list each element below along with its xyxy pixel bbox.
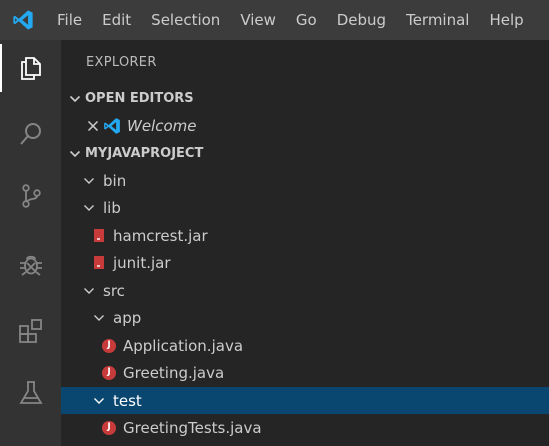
project-label: MYJAVAPROJECT [85, 146, 204, 161]
extensions-activity-button[interactable] [0, 303, 61, 359]
java-file-icon: J [102, 420, 116, 435]
chevron-down-icon [69, 150, 81, 157]
chevron-down-icon [84, 204, 94, 211]
tree-item-label: test [113, 391, 142, 410]
explorer-sidebar: EXPLORER OPEN EDITORS Welcome MYJAVAPROJ… [61, 40, 549, 446]
chevron-down-icon [94, 397, 104, 404]
tree-item-label: lib [103, 198, 121, 217]
test-flask-icon [18, 381, 43, 404]
tree-folder-lib[interactable]: lib [61, 194, 549, 221]
tree-item-label: hamcrest.jar [113, 226, 208, 245]
activity-bar [0, 40, 61, 446]
vscode-icon [104, 117, 120, 134]
source-control-activity-button[interactable] [0, 168, 61, 224]
tree-file-greetingtests-java[interactable]: J GreetingTests.java [61, 414, 549, 441]
tree-item-label: src [103, 281, 125, 300]
open-editors-header[interactable]: OPEN EDITORS [61, 85, 549, 112]
chevron-down-icon [84, 177, 94, 184]
chevron-down-icon [84, 287, 94, 294]
java-file-icon: J [102, 338, 116, 353]
search-icon [19, 123, 41, 145]
project-header[interactable]: MYJAVAPROJECT [61, 140, 549, 167]
menu-go[interactable]: Go [286, 0, 327, 40]
open-editors-label: OPEN EDITORS [85, 91, 194, 106]
title-bar: File Edit Selection View Go Debug Termin… [0, 0, 549, 40]
tree-item-label: Greeting.java [123, 363, 225, 382]
source-control-icon [21, 184, 41, 208]
menu-view[interactable]: View [230, 0, 286, 40]
tree-item-label: GreetingTests.java [123, 418, 262, 437]
java-file-icon: J [102, 365, 116, 380]
tree-item-label: junit.jar [113, 253, 171, 272]
menu-edit[interactable]: Edit [92, 0, 141, 40]
tree-folder-src[interactable]: src [61, 277, 549, 304]
debug-icon [19, 255, 42, 276]
extensions-icon [18, 319, 42, 343]
explorer-title: EXPLORER [86, 55, 157, 70]
jar-file-icon [94, 256, 104, 269]
menu-help[interactable]: Help [479, 0, 533, 40]
tree-folder-bin[interactable]: bin [61, 167, 549, 194]
open-editor-label: Welcome [127, 116, 197, 135]
tree-folder-app[interactable]: app [61, 304, 549, 331]
chevron-down-icon [94, 314, 104, 321]
test-activity-button[interactable] [0, 365, 61, 421]
explorer-activity-button[interactable] [0, 40, 61, 96]
files-icon [20, 57, 41, 80]
open-editor-item-welcome[interactable]: Welcome [61, 112, 549, 139]
chevron-down-icon [69, 95, 81, 102]
menu-selection[interactable]: Selection [141, 0, 230, 40]
tree-file-greeting-java[interactable]: J Greeting.java [61, 359, 549, 386]
tree-file-junit-jar[interactable]: junit.jar [61, 249, 549, 276]
tree-folder-test[interactable]: test [61, 387, 549, 414]
tree-file-application-java[interactable]: J Application.java [61, 332, 549, 359]
menu-file[interactable]: File [46, 0, 92, 40]
menu-bar: File Edit Selection View Go Debug Termin… [46, 0, 534, 40]
close-icon[interactable] [86, 119, 100, 133]
tree-file-hamcrest-jar[interactable]: hamcrest.jar [61, 222, 549, 249]
vscode-logo-icon[interactable] [3, 0, 43, 40]
menu-terminal[interactable]: Terminal [396, 0, 479, 40]
debug-activity-button[interactable] [0, 236, 61, 292]
search-activity-button[interactable] [0, 106, 61, 162]
tree-item-label: bin [103, 171, 127, 190]
tree-item-label: Application.java [123, 336, 244, 355]
jar-file-icon [94, 229, 104, 242]
menu-debug[interactable]: Debug [327, 0, 396, 40]
tree-item-label: app [113, 308, 142, 327]
